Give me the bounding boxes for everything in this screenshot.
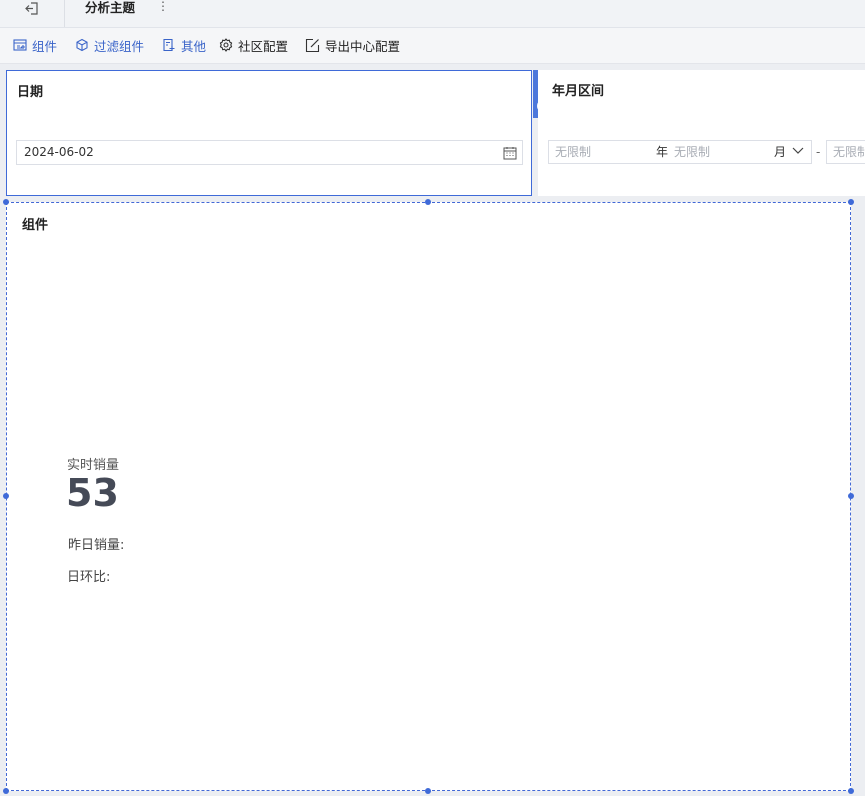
kpi-value: 53 xyxy=(66,471,119,515)
year-month-range-panel[interactable]: 年月区间 无限制 年 无限制 月 - 无限制 xyxy=(538,70,865,196)
export-edit-icon xyxy=(305,38,320,52)
gear-icon xyxy=(219,38,233,52)
start-year-placeholder: 无限制 xyxy=(555,145,592,159)
component-label: 组件 xyxy=(32,38,58,54)
resize-handle-bottom[interactable] xyxy=(425,788,431,794)
export-center-config-label: 导出中心配置 xyxy=(325,38,401,54)
year-month-range-title: 年月区间 xyxy=(552,84,605,99)
end-placeholder: 无限制 xyxy=(833,145,865,159)
topbar-divider xyxy=(64,0,65,27)
right-gutter xyxy=(857,202,865,791)
component-button[interactable]: 组件 xyxy=(13,28,57,62)
resize-handle-left[interactable] xyxy=(3,493,9,499)
resize-handle-bottom-left[interactable] xyxy=(3,788,9,794)
calendar-icon[interactable] xyxy=(503,145,517,168)
community-config-label: 社区配置 xyxy=(238,38,289,54)
other-label: 其他 xyxy=(181,38,207,54)
other-icon xyxy=(163,38,175,52)
start-month-placeholder: 无限制 xyxy=(674,145,711,159)
resize-handle-top[interactable] xyxy=(425,199,431,205)
yesterday-sales-label: 昨日销量: xyxy=(68,538,125,553)
range-separator: - xyxy=(816,145,821,159)
date-filter-panel[interactable]: 日期 2024-06-02 xyxy=(6,70,532,196)
year-unit: 年 xyxy=(656,145,669,159)
chevron-down-icon[interactable] xyxy=(791,142,805,163)
component-icon xyxy=(13,39,27,51)
resize-handle-right[interactable] xyxy=(848,493,854,499)
top-bar: 分析主题 ⋮ xyxy=(0,0,865,28)
filter-component-button[interactable]: 过滤组件 xyxy=(75,28,144,62)
resize-handle-top-right[interactable] xyxy=(848,199,854,205)
widget-title: 组件 xyxy=(22,218,49,233)
filter-component-label: 过滤组件 xyxy=(94,38,145,54)
end-year-month-select[interactable]: 无限制 xyxy=(826,140,865,164)
month-unit: 月 xyxy=(774,145,787,159)
community-config-button[interactable]: 社区配置 xyxy=(219,28,288,62)
bottom-panel-edge xyxy=(0,796,865,811)
other-button[interactable]: 其他 xyxy=(162,28,206,62)
date-filter-title: 日期 xyxy=(17,85,44,100)
toolbar: 组件 过滤组件 其他 社区配置 导出中心配置 xyxy=(0,28,865,64)
exit-icon[interactable] xyxy=(24,0,44,16)
resize-handle-top-left[interactable] xyxy=(3,199,9,205)
export-center-config-button[interactable]: 导出中心配置 xyxy=(305,28,400,62)
kpi-widget-panel[interactable]: 组件 实时销量 53 昨日销量: 日环比: xyxy=(6,202,851,791)
start-year-month-select[interactable]: 无限制 年 无限制 月 xyxy=(548,140,812,164)
resize-handle-bottom-right[interactable] xyxy=(848,788,854,794)
day-over-day-label: 日环比: xyxy=(67,570,111,585)
date-value: 2024-06-02 xyxy=(24,145,94,159)
date-input[interactable]: 2024-06-02 xyxy=(16,140,523,165)
more-icon[interactable]: ⋮ xyxy=(157,0,169,14)
filter-cube-icon xyxy=(76,38,88,52)
page-title[interactable]: 分析主题 xyxy=(85,0,135,15)
